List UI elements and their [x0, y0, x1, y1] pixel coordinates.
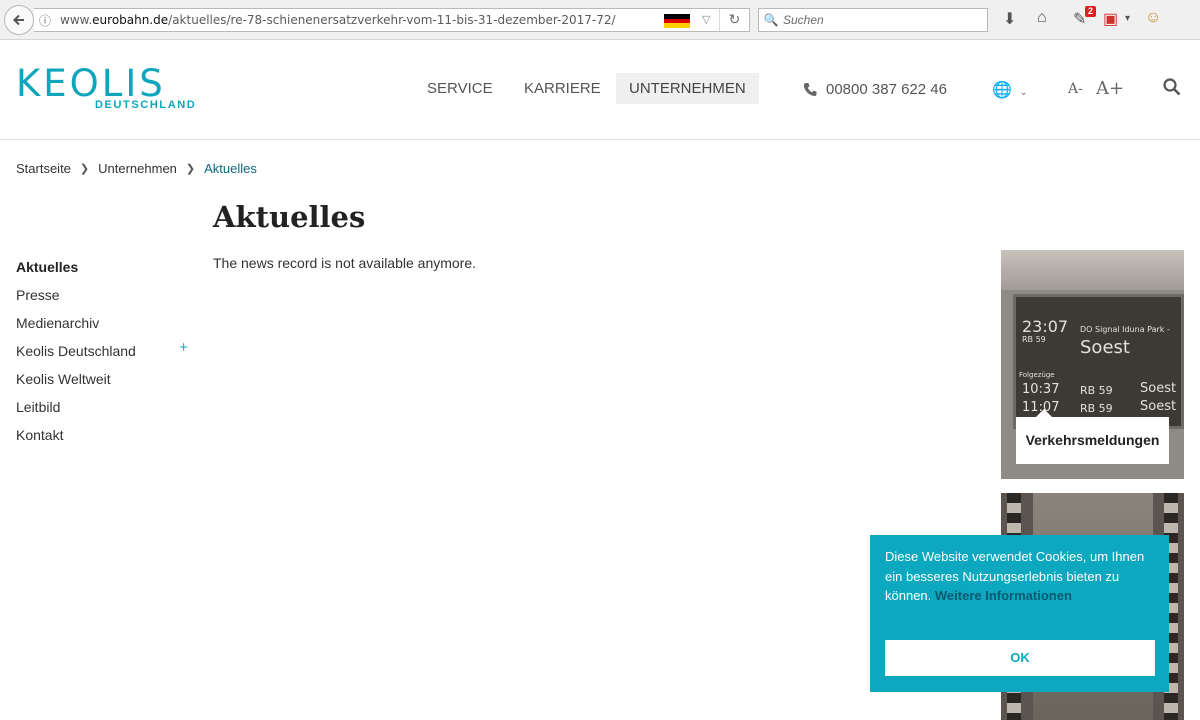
search-icon: [1163, 78, 1181, 96]
breadcrumb-unternehmen[interactable]: Unternehmen: [98, 161, 177, 176]
language-selector[interactable]: 🌐 ⌄: [992, 80, 1028, 100]
site-header: KEOLIS DEUTSCHLAND SERVICE KARRIERE UNTE…: [0, 41, 1200, 140]
url-bar[interactable]: ⓘ www.eurobahn.de/aktuelles/re-78-schien…: [34, 8, 750, 32]
chevron-right-icon: ❯: [79, 163, 90, 175]
home-icon[interactable]: ⌂: [1037, 9, 1047, 27]
news-message: The news record is not available anymore…: [213, 255, 477, 271]
browser-search-input[interactable]: 🔍 Suchen: [758, 8, 988, 32]
search-placeholder: Suchen: [783, 13, 824, 27]
chevron-down-icon: ⌄: [1019, 87, 1028, 98]
logo-wordmark: KEOLIS: [16, 62, 166, 105]
sidebar-item-kontakt[interactable]: Kontakt: [16, 425, 194, 453]
logo-subtitle: DEUTSCHLAND: [95, 99, 197, 111]
sidebar-item-aktuelles[interactable]: Aktuelles: [16, 257, 194, 285]
nav-karriere[interactable]: KARRIERE: [511, 73, 614, 104]
reload-icon[interactable]: ↻: [719, 9, 749, 31]
phone-number: 00800 387 622 46: [826, 81, 947, 98]
browser-toolbar: ⓘ www.eurobahn.de/aktuelles/re-78-schien…: [0, 0, 1200, 40]
breadcrumb-startseite[interactable]: Startseite: [16, 161, 71, 176]
sidebar-nav: Aktuelles Presse Medienarchiv Keolis Deu…: [16, 257, 194, 453]
cookie-more-link[interactable]: Weitere Informationen: [935, 588, 1072, 603]
chevron-right-icon: ❯: [185, 163, 196, 175]
cookie-ok-button[interactable]: OK: [885, 640, 1155, 676]
back-arrow-icon: [13, 14, 24, 26]
info-icon[interactable]: ⓘ: [34, 12, 56, 29]
cookie-banner: Diese Website verwendet Cookies, um Ihne…: [870, 535, 1169, 692]
page-title: Aktuelles: [213, 200, 366, 234]
globe-icon: 🌐: [992, 82, 1012, 99]
search-engine-icon: 🔍: [763, 13, 779, 27]
germany-flag-icon[interactable]: [664, 14, 690, 29]
nav-service[interactable]: SERVICE: [414, 73, 506, 104]
download-icon[interactable]: ⬇: [1003, 9, 1016, 29]
phone-icon: [803, 83, 817, 96]
popup-blocker-icon[interactable]: ▣: [1103, 9, 1118, 29]
monkey-icon[interactable]: ☺: [1145, 9, 1161, 27]
notification-badge: 2: [1085, 6, 1097, 17]
breadcrumb-aktuelles[interactable]: Aktuelles: [204, 161, 257, 176]
font-smaller-button[interactable]: A-: [1068, 81, 1083, 97]
sidebar-item-medienarchiv[interactable]: Medienarchiv: [16, 313, 194, 341]
phone-link[interactable]: 00800 387 622 46: [803, 81, 947, 98]
teaser-label[interactable]: Verkehrsmeldungen: [1016, 409, 1169, 464]
url-text: www.eurobahn.de/aktuelles/re-78-schienen…: [60, 13, 616, 27]
chevron-down-icon[interactable]: ▾: [1125, 13, 1130, 24]
teaser-image-background: [1001, 250, 1184, 290]
keolis-logo[interactable]: KEOLIS DEUTSCHLAND: [16, 62, 198, 112]
cookie-text-block: Diese Website verwendet Cookies, um Ihne…: [885, 547, 1157, 606]
breadcrumb: Startseite ❯ Unternehmen ❯ Aktuelles: [16, 161, 257, 176]
sidebar-item-presse[interactable]: Presse: [16, 285, 194, 313]
sidebar-item-leitbild[interactable]: Leitbild: [16, 397, 194, 425]
expand-icon[interactable]: +: [179, 338, 188, 358]
traffic-news-teaser[interactable]: 23:07 RB 59 DO Signal Iduna Park - Soest…: [1001, 250, 1184, 479]
back-button[interactable]: [4, 5, 34, 35]
nav-unternehmen[interactable]: UNTERNEHMEN: [616, 73, 759, 104]
sidebar-item-keolis-deutschland[interactable]: Keolis Deutschland +: [16, 338, 194, 369]
sidebar-item-label: Keolis Deutschland: [16, 343, 136, 359]
search-button[interactable]: [1163, 78, 1181, 101]
sidebar-item-keolis-weltweit[interactable]: Keolis Weltweit: [16, 369, 194, 397]
chevron-down-icon[interactable]: ▽: [702, 13, 710, 26]
font-larger-button[interactable]: A+: [1096, 78, 1124, 99]
